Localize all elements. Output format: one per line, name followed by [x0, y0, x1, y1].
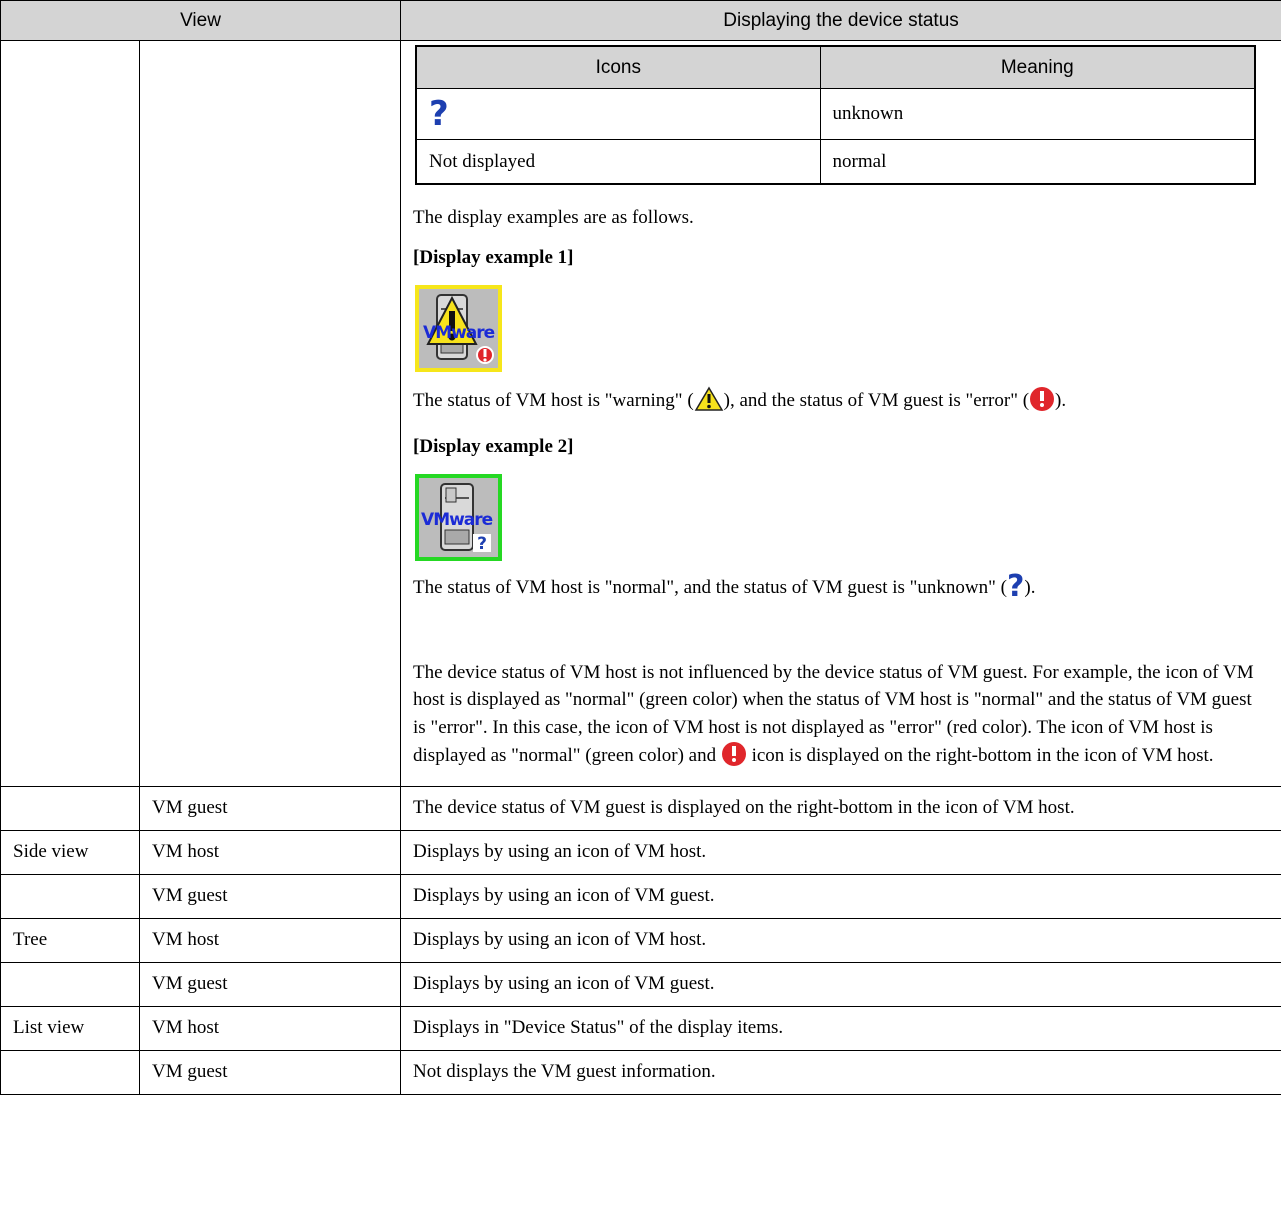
- device-status-table: View Displaying the device status Icons …: [0, 0, 1281, 1095]
- desc-cell-detail: Icons Meaning ? unknown Not displayed no…: [400, 40, 1281, 787]
- view-cell: List view: [0, 1006, 140, 1051]
- icon-cell: ?: [415, 88, 821, 140]
- table-row: Side view VM host Displays by using an i…: [0, 830, 1281, 875]
- desc-cell: The device status of VM guest is display…: [400, 786, 1281, 831]
- desc-cell: Not displays the VM guest information.: [400, 1050, 1281, 1095]
- vmware-label: VMware: [421, 510, 493, 530]
- example2-text: The status of VM host is "normal", and t…: [413, 569, 1036, 604]
- desc-cell: Displays in "Device Status" of the displ…: [400, 1006, 1281, 1051]
- warning-icon: [694, 386, 724, 420]
- question-icon: ?: [1007, 569, 1025, 604]
- svg-text:?: ?: [477, 534, 487, 554]
- vmware-label: VMware: [423, 323, 495, 343]
- type-cell: VM guest: [138, 786, 402, 831]
- view-cell: Tree: [0, 918, 140, 963]
- meaning-cell: normal: [819, 139, 1256, 185]
- note-text: The device status of VM host is not infl…: [413, 659, 1269, 776]
- header-view: View: [0, 0, 402, 41]
- type-cell: VM guest: [138, 962, 402, 1007]
- type-cell: VM guest: [138, 1050, 402, 1095]
- vmware-warning-device-icon: VMware: [415, 285, 503, 372]
- view-cell: [0, 786, 140, 831]
- table-row: List view VM host Displays in "Device St…: [0, 1006, 1281, 1051]
- example1-text: The status of VM host is "warning" (), a…: [413, 386, 1269, 420]
- example2-heading: [Display example 2]: [413, 436, 574, 457]
- type-cell: VM host: [138, 830, 402, 875]
- type-cell-empty: [138, 40, 402, 787]
- intro-text: The display examples are as follows.: [413, 207, 694, 228]
- table-row-host-detail: Icons Meaning ? unknown Not displayed no…: [0, 40, 1281, 787]
- meaning-col-header: Meaning: [819, 45, 1256, 89]
- error-icon: [721, 741, 747, 775]
- type-cell: VM guest: [138, 874, 402, 919]
- meaning-cell: unknown: [819, 88, 1256, 140]
- desc-cell: Displays by using an icon of VM host.: [400, 918, 1281, 963]
- document-page: View Displaying the device status Icons …: [0, 0, 1281, 1229]
- vmware-unknown-device-icon: ? VMware: [415, 474, 503, 561]
- view-cell: [0, 874, 140, 919]
- view-cell-empty: [0, 40, 140, 787]
- table-row: VM guest The device status of VM guest i…: [0, 786, 1281, 831]
- type-cell: VM host: [138, 1006, 402, 1051]
- error-icon: [1029, 386, 1055, 420]
- table-row: Tree VM host Displays by using an icon o…: [0, 918, 1281, 963]
- question-icon: ?: [429, 94, 449, 134]
- desc-cell: Displays by using an icon of VM guest.: [400, 962, 1281, 1007]
- example1-heading: [Display example 1]: [413, 247, 574, 268]
- view-cell: [0, 1050, 140, 1095]
- icons-table: Icons Meaning ? unknown Not displayed no…: [415, 45, 1257, 185]
- view-cell: Side view: [0, 830, 140, 875]
- table-row: VM guest Not displays the VM guest infor…: [0, 1050, 1281, 1095]
- table-row: VM guest Displays by using an icon of VM…: [0, 962, 1281, 1007]
- icons-col-header: Icons: [415, 45, 821, 89]
- table-row: VM guest Displays by using an icon of VM…: [0, 874, 1281, 919]
- desc-cell: Displays by using an icon of VM host.: [400, 830, 1281, 875]
- desc-cell: Displays by using an icon of VM guest.: [400, 874, 1281, 919]
- view-cell: [0, 962, 140, 1007]
- type-cell: VM host: [138, 918, 402, 963]
- icon-cell: Not displayed: [415, 139, 821, 185]
- header-display: Displaying the device status: [400, 0, 1281, 41]
- header-row: View Displaying the device status: [0, 0, 1281, 41]
